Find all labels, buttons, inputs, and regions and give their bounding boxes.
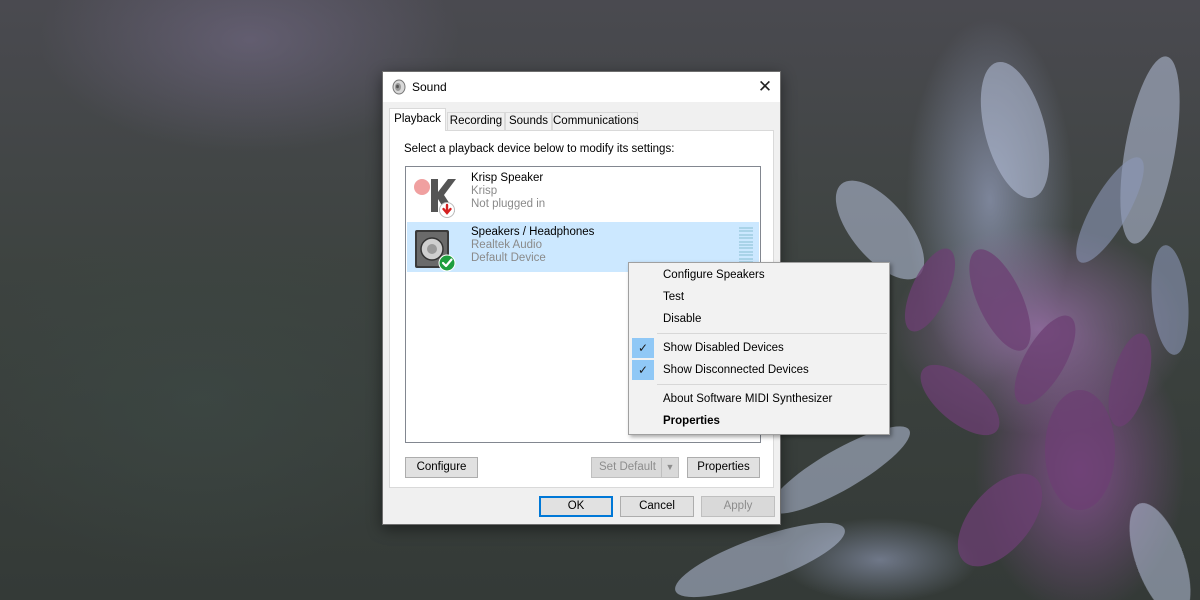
- krisp-speaker-icon: [414, 179, 456, 218]
- cancel-button[interactable]: Cancel: [620, 496, 694, 517]
- menu-item-properties[interactable]: Properties: [629, 410, 889, 432]
- dialog-title: Sound: [412, 80, 447, 94]
- device-status: Default Device: [471, 252, 546, 264]
- checkmark-icon: ✓: [632, 338, 654, 358]
- instruction-text: Select a playback device below to modify…: [404, 143, 675, 155]
- menu-separator: [657, 333, 887, 334]
- tab-recording[interactable]: Recording: [447, 112, 505, 130]
- menu-item-test[interactable]: Test: [629, 286, 889, 308]
- menu-item-show-disabled-devices[interactable]: ✓ Show Disabled Devices: [629, 337, 889, 359]
- default-check-icon: [438, 254, 456, 272]
- menu-separator: [657, 384, 887, 385]
- device-driver: Realtek Audio: [471, 239, 542, 251]
- apply-button[interactable]: Apply: [701, 496, 775, 517]
- title-bar[interactable]: Sound ✕: [383, 72, 780, 102]
- menu-item-disable[interactable]: Disable: [629, 308, 889, 330]
- set-default-label: Set Default: [599, 461, 656, 473]
- speaker-icon: [415, 230, 456, 272]
- ok-button[interactable]: OK: [539, 496, 613, 517]
- menu-item-show-disconnected-devices[interactable]: ✓ Show Disconnected Devices: [629, 359, 889, 381]
- menu-item-about-midi-synthesizer[interactable]: About Software MIDI Synthesizer: [629, 388, 889, 410]
- tab-communications[interactable]: Communications: [552, 112, 639, 130]
- menu-item-label: Disable: [663, 313, 702, 325]
- checkmark-icon: ✓: [632, 360, 654, 380]
- chevron-down-icon[interactable]: ▼: [661, 458, 678, 477]
- device-name: Speakers / Headphones: [471, 226, 595, 238]
- tab-playback[interactable]: Playback: [389, 108, 446, 131]
- speaker-app-icon: [392, 79, 406, 95]
- menu-item-configure-speakers[interactable]: Configure Speakers: [629, 264, 889, 286]
- menu-item-label: Show Disabled Devices: [663, 342, 784, 354]
- set-default-button[interactable]: Set Default ▼: [591, 457, 679, 478]
- properties-button[interactable]: Properties: [687, 457, 760, 478]
- menu-item-label: Test: [663, 291, 685, 303]
- menu-item-label: Configure Speakers: [663, 269, 765, 281]
- device-status: Not plugged in: [471, 198, 546, 210]
- menu-item-label: Show Disconnected Devices: [663, 364, 809, 376]
- close-icon[interactable]: ✕: [750, 72, 780, 102]
- menu-item-label: Properties: [663, 415, 720, 427]
- configure-button[interactable]: Configure: [405, 457, 478, 478]
- tab-sounds[interactable]: Sounds: [505, 112, 552, 130]
- unplugged-arrow-icon: [439, 202, 455, 218]
- menu-item-label: About Software MIDI Synthesizer: [663, 393, 833, 405]
- device-driver: Krisp: [471, 185, 498, 197]
- context-menu: Configure Speakers Test Disable ✓ Show D…: [628, 262, 890, 435]
- device-krisp-speaker[interactable]: Krisp Speaker Krisp Not plugged in: [407, 168, 759, 218]
- device-name: Krisp Speaker: [471, 172, 544, 184]
